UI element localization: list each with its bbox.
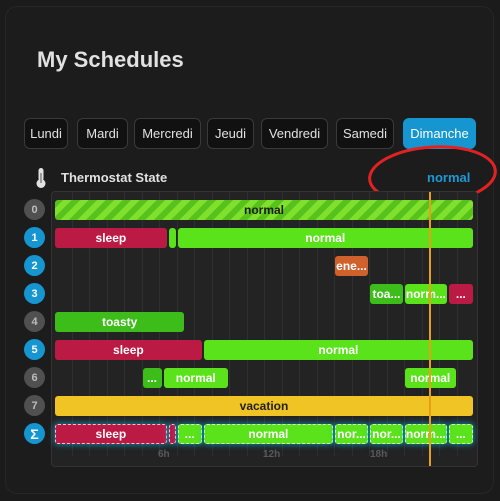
thermostat-state-value: normal xyxy=(427,170,471,185)
schedule-block[interactable]: normal xyxy=(163,367,228,388)
schedule-block[interactable]: toasty xyxy=(55,311,185,332)
tab-samedi[interactable]: Samedi xyxy=(336,118,394,149)
tab-jeudi[interactable]: Jeudi xyxy=(207,118,254,149)
summary-block[interactable] xyxy=(168,423,176,444)
summary-block[interactable]: normal xyxy=(203,423,333,444)
row-number-badge[interactable]: 3 xyxy=(24,283,45,304)
schedule-block[interactable]: norm... xyxy=(405,283,447,304)
tab-mercredi[interactable]: Mercredi xyxy=(134,118,201,149)
row-number-badge[interactable]: 1 xyxy=(24,227,45,248)
row-number-badge[interactable]: 4 xyxy=(24,311,45,332)
schedule-block[interactable]: normal xyxy=(55,199,473,220)
card-title: My Schedules xyxy=(37,47,184,72)
row-number-badge[interactable]: 0 xyxy=(24,199,45,220)
hour-label-6h: 6h xyxy=(158,449,170,460)
summary-block[interactable]: ... xyxy=(177,423,202,444)
schedule-block[interactable]: ene... xyxy=(335,255,368,276)
schedule-block[interactable]: sleep xyxy=(55,227,167,248)
tab-lundi[interactable]: Lundi xyxy=(24,118,68,149)
schedule-block[interactable]: normal xyxy=(203,339,473,360)
row-number-badge[interactable]: 6 xyxy=(24,367,45,388)
row-number-badge[interactable]: 7 xyxy=(24,395,45,416)
schedule-block[interactable]: ... xyxy=(142,367,162,388)
tab-mardi[interactable]: Mardi xyxy=(77,118,128,149)
schedule-block[interactable]: ... xyxy=(448,283,473,304)
thermostat-state-title: Thermostat State xyxy=(61,170,168,185)
schedule-block[interactable]: toa... xyxy=(370,283,403,304)
summary-block[interactable]: nor... xyxy=(370,423,403,444)
thermometer-icon xyxy=(36,168,46,188)
schedule-block[interactable] xyxy=(168,227,176,248)
summary-block[interactable]: sleep xyxy=(55,423,167,444)
row-number-badge[interactable]: 2 xyxy=(24,255,45,276)
tab-vendredi[interactable]: Vendredi xyxy=(261,118,328,149)
current-time-line xyxy=(429,192,431,466)
row-number-badge[interactable]: 5 xyxy=(24,339,45,360)
summary-block[interactable]: ... xyxy=(448,423,473,444)
summary-block[interactable]: nor... xyxy=(335,423,368,444)
summary-block[interactable]: norm... xyxy=(405,423,447,444)
tab-dimanche[interactable]: Dimanche xyxy=(403,118,476,149)
sum-row-badge[interactable]: Σ xyxy=(24,423,45,444)
hour-label-18h: 18h xyxy=(370,449,388,460)
schedule-block[interactable]: sleep xyxy=(55,339,202,360)
hour-label-12h: 12h xyxy=(263,449,281,460)
schedule-block[interactable]: vacation xyxy=(55,395,473,416)
